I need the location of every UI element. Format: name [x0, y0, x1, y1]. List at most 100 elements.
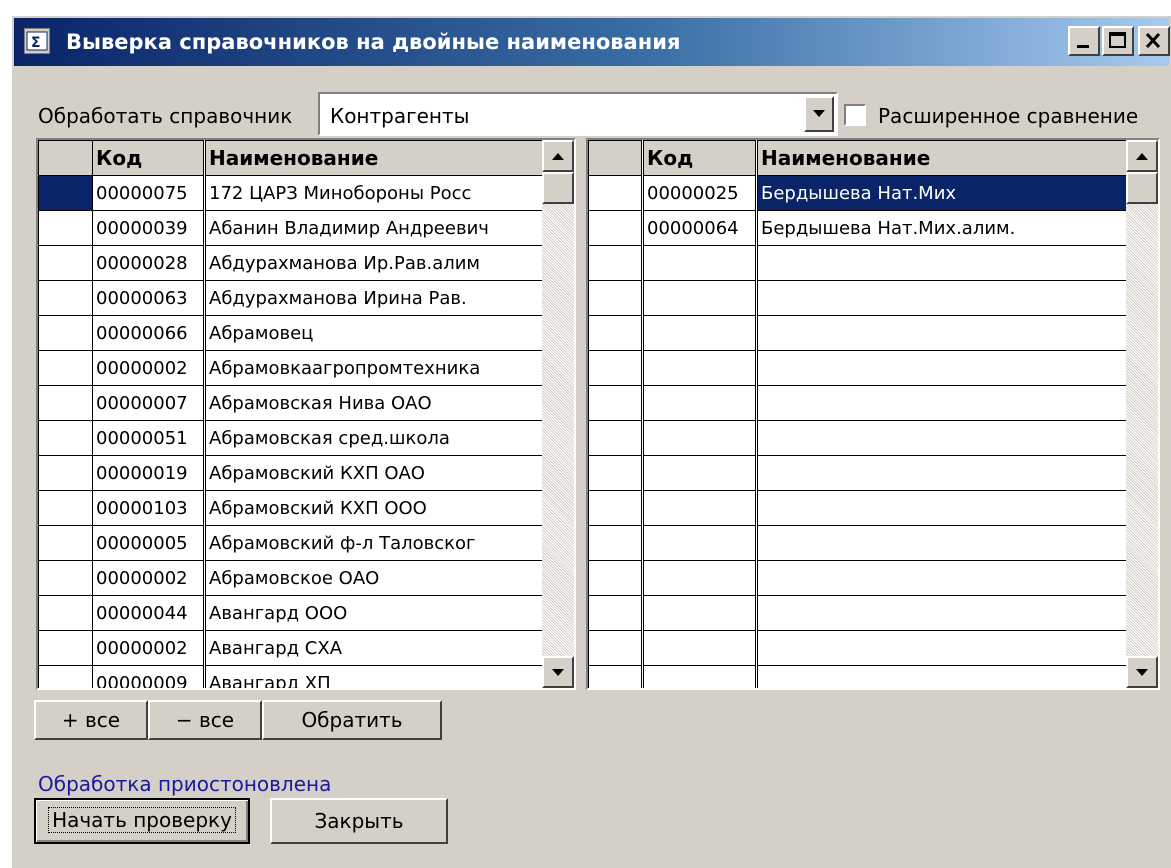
left-row[interactable]: 00000002 Авангард СХА: [38, 630, 543, 666]
right-code-cell[interactable]: [641, 245, 757, 281]
right-row[interactable]: [588, 385, 1127, 421]
left-name-cell[interactable]: Абрамовец: [203, 315, 543, 351]
right-row[interactable]: [588, 490, 1127, 526]
right-row[interactable]: [588, 665, 1127, 688]
right-name-cell[interactable]: [755, 420, 1127, 456]
left-row[interactable]: 00000039 Абанин Владимир Андреевич: [38, 210, 543, 246]
left-row-indicator[interactable]: [38, 315, 93, 351]
left-row-indicator[interactable]: [38, 210, 93, 246]
right-row-indicator[interactable]: [588, 455, 643, 491]
right-code-cell[interactable]: [641, 455, 757, 491]
right-row-indicator[interactable]: [588, 560, 643, 596]
right-row-indicator[interactable]: [588, 315, 643, 351]
left-row[interactable]: 00000103 Абрамовский КХП ООО: [38, 490, 543, 526]
deselect-all-button[interactable]: − все: [148, 700, 262, 740]
right-name-cell[interactable]: [755, 665, 1127, 688]
right-row-indicator[interactable]: [588, 490, 643, 526]
left-grid-scrollbar[interactable]: [542, 140, 574, 688]
left-row-indicator[interactable]: [38, 385, 93, 421]
left-scroll-up-button[interactable]: [542, 140, 574, 172]
left-row-indicator[interactable]: [38, 630, 93, 666]
left-name-cell[interactable]: Абрамовское ОАО: [203, 560, 543, 596]
left-row[interactable]: 00000019 Абрамовский КХП ОАО: [38, 455, 543, 491]
right-code-cell[interactable]: [641, 315, 757, 351]
right-name-cell[interactable]: [755, 455, 1127, 491]
right-name-cell[interactable]: [755, 350, 1127, 386]
right-row-indicator[interactable]: [588, 420, 643, 456]
right-code-cell[interactable]: [641, 560, 757, 596]
left-code-cell[interactable]: 00000002: [92, 350, 205, 386]
right-row[interactable]: [588, 245, 1127, 281]
left-name-cell[interactable]: Абрамовкаагропромтехника: [203, 350, 543, 386]
left-code-cell[interactable]: 00000005: [92, 525, 205, 561]
left-grid-code-header[interactable]: Код: [92, 140, 205, 176]
left-row-indicator[interactable]: [38, 455, 93, 491]
right-scroll-thumb[interactable]: [1126, 172, 1158, 204]
right-code-cell[interactable]: [641, 420, 757, 456]
right-row[interactable]: 00000064 Бердышева Нат.Мих.алим.: [588, 210, 1127, 246]
right-code-cell[interactable]: [641, 665, 757, 688]
left-code-cell[interactable]: 00000066: [92, 315, 205, 351]
left-name-cell[interactable]: Абрамовский КХП ОАО: [203, 455, 543, 491]
right-name-cell[interactable]: [755, 595, 1127, 631]
right-code-cell[interactable]: [641, 280, 757, 316]
left-scroll-down-button[interactable]: [542, 656, 574, 688]
left-code-cell[interactable]: 00000051: [92, 420, 205, 456]
left-row-indicator[interactable]: [38, 525, 93, 561]
right-grid-scrollbar[interactable]: [1126, 140, 1158, 688]
right-code-cell[interactable]: [641, 350, 757, 386]
handbook-select[interactable]: Контрагенты: [318, 92, 838, 136]
right-name-cell[interactable]: [755, 385, 1127, 421]
start-check-button[interactable]: Начать проверку: [34, 798, 250, 844]
left-name-cell[interactable]: Авангард СХА: [203, 630, 543, 666]
right-name-cell[interactable]: Бердышева Нат.Мих.алим.: [755, 210, 1127, 246]
right-name-cell[interactable]: [755, 525, 1127, 561]
right-name-cell[interactable]: [755, 560, 1127, 596]
right-code-cell[interactable]: [641, 630, 757, 666]
left-name-cell[interactable]: Абанин Владимир Андреевич: [203, 210, 543, 246]
extended-compare-checkbox[interactable]: [844, 104, 866, 126]
left-row[interactable]: 00000044 Авангард ООО: [38, 595, 543, 631]
right-name-cell[interactable]: [755, 280, 1127, 316]
right-scroll-up-button[interactable]: [1126, 140, 1158, 172]
left-code-cell[interactable]: 00000028: [92, 245, 205, 281]
right-row-indicator[interactable]: [588, 175, 643, 211]
right-row[interactable]: [588, 280, 1127, 316]
right-name-cell[interactable]: [755, 490, 1127, 526]
left-name-cell[interactable]: Авангард ООО: [203, 595, 543, 631]
left-code-cell[interactable]: 00000039: [92, 210, 205, 246]
left-grid[interactable]: Код Наименование 00000075 172 ЦАРЗ Минобо…: [36, 138, 576, 690]
left-row[interactable]: 00000005 Абрамовский ф-л Таловског: [38, 525, 543, 561]
left-code-cell[interactable]: 00000019: [92, 455, 205, 491]
left-name-cell[interactable]: Абдурахманова Ир.Рав.алим: [203, 245, 543, 281]
left-code-cell[interactable]: 00000063: [92, 280, 205, 316]
right-row-indicator[interactable]: [588, 630, 643, 666]
left-name-cell[interactable]: Абрамовская Нива ОАО: [203, 385, 543, 421]
right-row[interactable]: [588, 350, 1127, 386]
right-code-cell[interactable]: 00000064: [641, 210, 757, 246]
right-name-cell[interactable]: Бердышева Нат.Мих: [755, 175, 1127, 211]
left-row-indicator[interactable]: [38, 665, 93, 688]
left-row[interactable]: 00000066 Абрамовец: [38, 315, 543, 351]
left-code-cell[interactable]: 00000075: [92, 175, 205, 211]
right-name-cell[interactable]: [755, 315, 1127, 351]
extended-compare-label[interactable]: Расширенное сравнение: [878, 104, 1138, 128]
left-code-cell[interactable]: 00000103: [92, 490, 205, 526]
right-row[interactable]: [588, 420, 1127, 456]
left-name-cell[interactable]: Абрамовская сред.школа: [203, 420, 543, 456]
right-scroll-down-button[interactable]: [1126, 656, 1158, 688]
right-row-indicator[interactable]: [588, 595, 643, 631]
right-code-cell[interactable]: [641, 525, 757, 561]
left-row[interactable]: 00000075 172 ЦАРЗ Минобороны Росс: [38, 175, 543, 211]
right-grid-name-header[interactable]: Наименование: [755, 140, 1127, 176]
right-row[interactable]: [588, 455, 1127, 491]
right-code-cell[interactable]: 00000025: [641, 175, 757, 211]
left-row[interactable]: 00000028 Абдурахманова Ир.Рав.алим: [38, 245, 543, 281]
left-row[interactable]: 00000063 Абдурахманова Ирина Рав.: [38, 280, 543, 316]
left-row-indicator[interactable]: [38, 175, 93, 211]
maximize-button[interactable]: [1102, 26, 1134, 56]
left-code-cell[interactable]: 00000002: [92, 560, 205, 596]
right-row[interactable]: [588, 560, 1127, 596]
left-row-indicator[interactable]: [38, 350, 93, 386]
select-all-button[interactable]: + все: [34, 700, 148, 740]
